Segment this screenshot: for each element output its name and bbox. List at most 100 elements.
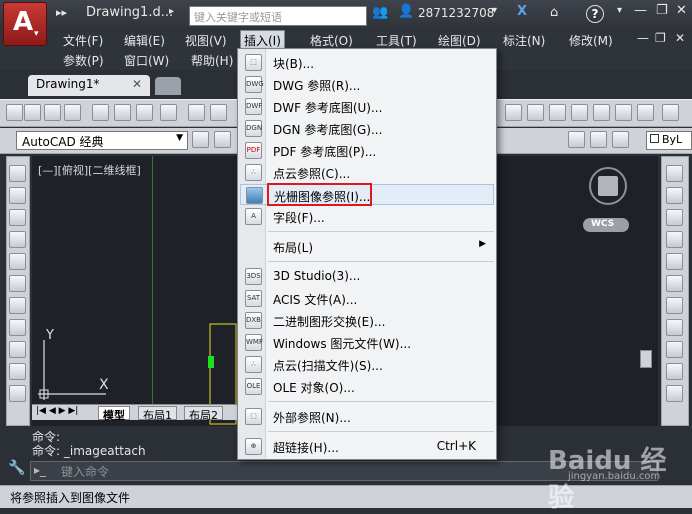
menu-item-point-cloud[interactable]: ∴ 点云参照(C)...: [240, 162, 494, 183]
3d-dwf-icon[interactable]: [160, 104, 177, 121]
print-icon[interactable]: [92, 104, 109, 121]
restore-icon[interactable]: ❐: [656, 3, 668, 18]
menu-file[interactable]: 文件(F): [60, 31, 106, 50]
menu-parametric[interactable]: 参数(P): [60, 51, 107, 70]
exchange-icon[interactable]: X: [517, 4, 527, 19]
cut-icon[interactable]: [188, 104, 205, 121]
menu-modify[interactable]: 修改(M): [566, 31, 616, 50]
close-icon[interactable]: ✕: [676, 3, 687, 18]
menu-item-layout[interactable]: 布局(L) ▶: [240, 236, 494, 257]
menu-help[interactable]: 帮助(H): [188, 51, 236, 70]
minimize-icon[interactable]: —: [634, 3, 647, 18]
erase-icon[interactable]: [666, 165, 683, 182]
tab-model[interactable]: 模型: [98, 406, 130, 422]
tab-layout1[interactable]: 布局1: [138, 406, 177, 422]
toolbar-icon-a[interactable]: [505, 104, 522, 121]
tab-layout2[interactable]: 布局2: [184, 406, 223, 422]
new-icon[interactable]: [6, 104, 23, 121]
workspace-select[interactable]: AutoCAD 经典 ▼: [16, 131, 188, 150]
preview-icon[interactable]: [114, 104, 131, 121]
rotate-icon[interactable]: [666, 297, 683, 314]
doc-restore-icon[interactable]: ❐: [652, 30, 669, 46]
wrench-icon[interactable]: 🔧: [8, 460, 25, 476]
line-icon[interactable]: [9, 165, 26, 182]
array-icon[interactable]: [666, 253, 683, 270]
menu-item-dgn-underlay[interactable]: DGN DGN 参考底图(G)...: [240, 118, 494, 139]
viewport-controls-label[interactable]: [—][俯视][二维线框]: [38, 162, 141, 178]
menu-item-3d-studio[interactable]: 3DS 3D Studio(3)...: [240, 266, 494, 287]
menu-item-point-cloud-scan[interactable]: ∴ 点云(扫描文件)(S)...: [240, 354, 494, 375]
help-dropdown-icon[interactable]: ▾: [617, 5, 622, 16]
menu-item-binary-dxb[interactable]: DXB 二进制图形交换(E)...: [240, 310, 494, 331]
qnew-icon[interactable]: [24, 104, 41, 121]
spline-icon[interactable]: [9, 341, 26, 358]
menu-edit[interactable]: 编辑(E): [121, 31, 168, 50]
toolbar-icon-c[interactable]: [549, 104, 566, 121]
doc-minimize-icon[interactable]: —: [634, 30, 652, 46]
open-icon[interactable]: [44, 104, 61, 121]
menu-item-pdf-underlay[interactable]: PDF PDF 参考底图(P)...: [240, 140, 494, 161]
extend-icon[interactable]: [666, 385, 683, 402]
rectangle-icon[interactable]: [9, 253, 26, 270]
copy-object-icon[interactable]: [666, 187, 683, 204]
user-icon[interactable]: 👤: [398, 4, 414, 19]
user-dropdown-icon[interactable]: ▾: [492, 5, 497, 16]
menu-item-block[interactable]: ⬚ 块(B)...: [240, 52, 494, 73]
application-menu-button[interactable]: A ▾: [3, 2, 47, 46]
toolbar-icon-d[interactable]: [571, 104, 588, 121]
circle-icon[interactable]: [9, 297, 26, 314]
stretch-icon[interactable]: [666, 341, 683, 358]
menu-item-dwg-reference[interactable]: DWG DWG 参照(R)...: [240, 74, 494, 95]
vertical-scrollbar-thumb[interactable]: [640, 350, 652, 368]
polyline-icon[interactable]: [9, 209, 26, 226]
tab-drawing1[interactable]: Drawing1* ✕: [28, 75, 150, 96]
polygon-icon[interactable]: [9, 231, 26, 248]
layer-icon-a[interactable]: [568, 131, 585, 148]
layer-icon-b[interactable]: [590, 131, 607, 148]
new-tab-button[interactable]: [155, 77, 181, 95]
offset-icon[interactable]: [666, 231, 683, 248]
save-icon[interactable]: [64, 104, 81, 121]
user-id[interactable]: 2871232708: [418, 6, 494, 20]
trim-icon[interactable]: [666, 363, 683, 380]
help-icon[interactable]: ?: [586, 5, 604, 23]
menu-item-acis[interactable]: SAT ACIS 文件(A)...: [240, 288, 494, 309]
quick-access-arrows[interactable]: ▸▸: [56, 6, 67, 19]
toolbar-icon-h[interactable]: [662, 104, 679, 121]
menu-window[interactable]: 窗口(W): [121, 51, 172, 70]
publish-icon[interactable]: [136, 104, 153, 121]
menu-insert[interactable]: 插入(I): [240, 30, 285, 50]
doc-close-icon[interactable]: ✕: [672, 30, 688, 46]
menu-item-field[interactable]: A 字段(F)...: [240, 206, 494, 227]
construction-line-icon[interactable]: [9, 187, 26, 204]
menu-view[interactable]: 视图(V): [182, 31, 230, 50]
menu-item-ole[interactable]: OLE OLE 对象(O)...: [240, 376, 494, 397]
toolbar-icon-g[interactable]: [637, 104, 654, 121]
menu-item-wmf[interactable]: WMF Windows 图元文件(W)...: [240, 332, 494, 353]
layout-nav-icons[interactable]: |◀ ◀ ▶ ▶|: [36, 406, 78, 416]
ellipse-icon[interactable]: [9, 363, 26, 380]
workspace-icon[interactable]: [214, 131, 231, 148]
copy-icon[interactable]: [210, 104, 227, 121]
toolbar-icon-b[interactable]: [527, 104, 544, 121]
toolbar-icon-f[interactable]: [615, 104, 632, 121]
search-input[interactable]: 键入关键字或短语: [189, 6, 367, 26]
revcloud-icon[interactable]: [9, 319, 26, 336]
menu-item-xref[interactable]: ⬚ 外部参照(N)...: [240, 406, 494, 427]
menu-item-dwf-underlay[interactable]: DWF DWF 参考底图(U)...: [240, 96, 494, 117]
color-control[interactable]: ByL: [646, 131, 692, 150]
layer-icon-c[interactable]: [612, 131, 629, 148]
viewcube-icon[interactable]: [598, 176, 618, 196]
title-expand-icon[interactable]: ▸: [169, 6, 174, 17]
arc-icon[interactable]: [9, 275, 26, 292]
ellipse-arc-icon[interactable]: [9, 385, 26, 402]
move-icon[interactable]: [666, 275, 683, 292]
workspace-settings-icon[interactable]: [192, 131, 209, 148]
tab-close-icon[interactable]: ✕: [132, 77, 142, 91]
menu-dimension[interactable]: 标注(N): [500, 31, 548, 50]
scale-icon[interactable]: [666, 319, 683, 336]
mirror-icon[interactable]: [666, 209, 683, 226]
binoculars-icon[interactable]: 👥: [372, 5, 388, 20]
menu-item-hyperlink[interactable]: ⊕ 超链接(H)... Ctrl+K: [240, 436, 494, 457]
app-store-icon[interactable]: ⌂: [550, 5, 558, 20]
